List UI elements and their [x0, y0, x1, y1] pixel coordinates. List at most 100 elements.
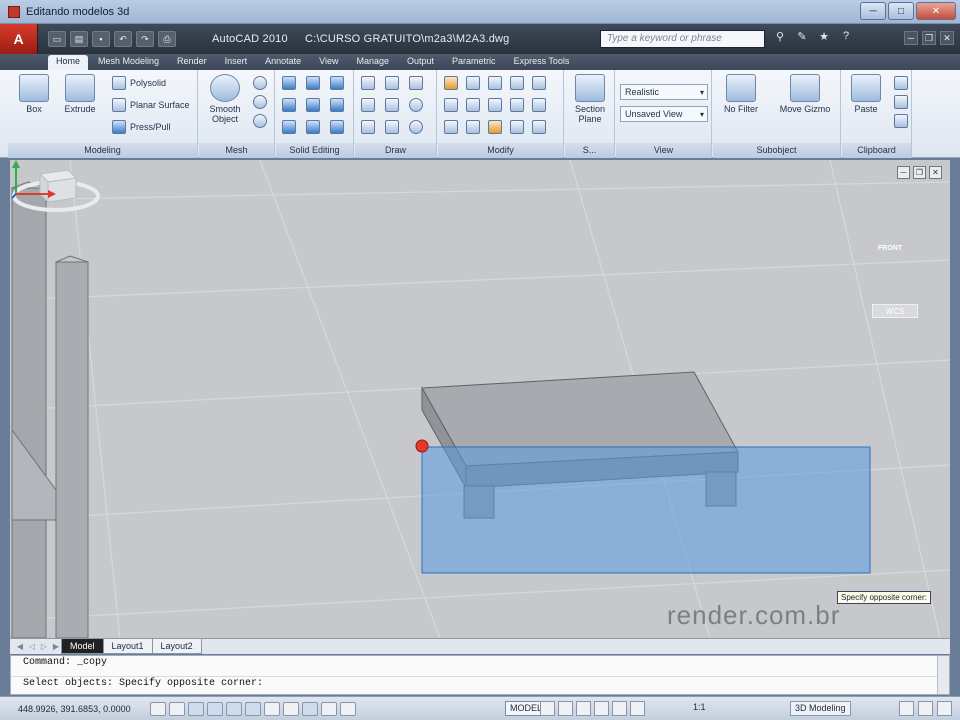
prev-layout-icon[interactable]: ◁ — [26, 642, 38, 651]
quick-view-drawings-icon[interactable] — [558, 701, 573, 716]
grid-toggle-icon[interactable] — [169, 701, 185, 716]
panel-title-clipboard[interactable]: Clipboard — [842, 143, 911, 158]
redo-icon[interactable]: ↷ — [136, 31, 154, 47]
3d-move-icon[interactable] — [488, 76, 502, 90]
viewport-restore-button[interactable]: ❐ — [913, 166, 926, 179]
wrench-icon[interactable]: ✎ — [794, 30, 810, 46]
tab-view[interactable]: View — [311, 55, 346, 70]
move-gizmo-button[interactable]: Move Gizmo — [775, 74, 835, 114]
explode-icon[interactable] — [444, 76, 458, 90]
mirror-icon[interactable] — [444, 120, 458, 134]
command-scrollbar[interactable] — [937, 656, 949, 694]
planar-surface-button[interactable]: Planar Surface — [112, 98, 190, 112]
smooth-more-icon[interactable] — [253, 76, 267, 90]
press-pull-button[interactable]: Press/Pull — [112, 120, 171, 134]
open-icon[interactable]: ▤ — [70, 31, 88, 47]
window-minimize-button[interactable]: ─ — [860, 2, 886, 20]
match-properties-icon[interactable] — [894, 114, 908, 128]
3d-rotate-icon[interactable] — [466, 76, 480, 90]
clean-screen-icon[interactable] — [937, 701, 952, 716]
tab-home[interactable]: Home — [48, 55, 89, 70]
panel-title-draw[interactable]: Draw — [355, 143, 436, 158]
lock-icon[interactable] — [899, 701, 914, 716]
doc-close-button[interactable]: ✕ — [940, 31, 954, 45]
intersect-icon[interactable] — [282, 120, 296, 134]
save-icon[interactable]: ▪ — [92, 31, 110, 47]
scale-icon[interactable] — [510, 120, 524, 134]
tab-model[interactable]: Model — [61, 639, 104, 654]
copy-clip-icon[interactable] — [894, 95, 908, 109]
trim-icon[interactable] — [510, 76, 524, 90]
panel-title-section[interactable]: S... — [565, 143, 614, 158]
copy-icon[interactable] — [466, 98, 480, 112]
subtract-icon[interactable] — [282, 98, 296, 112]
annotation-scale[interactable]: 1:1 — [693, 702, 706, 712]
rotate-icon[interactable] — [488, 98, 502, 112]
box-button[interactable]: Box — [12, 74, 56, 114]
stretch-icon[interactable] — [510, 98, 524, 112]
command-line[interactable]: Command: _copy Select objects: Specify o… — [10, 655, 950, 695]
erase-icon[interactable] — [532, 120, 546, 134]
undo-icon[interactable]: ↶ — [114, 31, 132, 47]
line-icon[interactable] — [409, 76, 423, 90]
star-icon[interactable]: ★ — [816, 30, 832, 46]
help-search-input[interactable]: Type a keyword or phrase — [600, 30, 765, 48]
xline-icon[interactable] — [385, 98, 399, 112]
smooth-object-button[interactable]: Smooth Object — [203, 74, 247, 124]
ortho-toggle-icon[interactable] — [188, 701, 204, 716]
next-layout-icon[interactable]: ▷ — [38, 642, 50, 651]
quick-properties-toggle-icon[interactable] — [340, 701, 356, 716]
extrude-button[interactable]: Extrude — [58, 74, 102, 114]
extrude-faces-icon[interactable] — [330, 76, 344, 90]
snap-toggle-icon[interactable] — [150, 701, 166, 716]
drawing-viewport[interactable]: ─ ❐ ✕ FRONT WCS render.com.br Specify op… — [10, 160, 950, 638]
smooth-less-icon[interactable] — [253, 95, 267, 109]
offset-icon[interactable] — [532, 76, 546, 90]
tab-insert[interactable]: Insert — [217, 55, 256, 70]
pan-icon[interactable] — [576, 701, 591, 716]
separate-icon[interactable] — [306, 98, 320, 112]
wcs-menu[interactable]: WCS — [872, 304, 918, 318]
edit-icon[interactable] — [488, 120, 502, 134]
new-icon[interactable]: ▭ — [48, 31, 66, 47]
refine-mesh-icon[interactable] — [253, 114, 267, 128]
spline-icon[interactable] — [361, 98, 375, 112]
viewport-minimize-button[interactable]: ─ — [897, 166, 910, 179]
doc-minimize-button[interactable]: ─ — [904, 31, 918, 45]
osnap-toggle-icon[interactable] — [226, 701, 242, 716]
panel-title-modeling[interactable]: Modeling — [8, 143, 197, 158]
plot-icon[interactable]: ⎙ — [158, 31, 176, 47]
3d-align-icon[interactable] — [466, 120, 480, 134]
otrack-toggle-icon[interactable] — [264, 701, 280, 716]
window-close-button[interactable]: ✕ — [916, 2, 956, 20]
extract-edges-icon[interactable] — [306, 76, 320, 90]
panel-title-solid-editing[interactable]: Solid Editing — [276, 143, 353, 158]
no-filter-button[interactable]: No Filter — [719, 74, 763, 114]
steering-wheel-icon[interactable] — [612, 701, 627, 716]
3d-array-icon[interactable] — [444, 98, 458, 112]
section-plane-button[interactable]: Section Plane — [568, 74, 612, 124]
rectangle-icon[interactable] — [385, 120, 399, 134]
polar-toggle-icon[interactable] — [207, 701, 223, 716]
dyn-toggle-icon[interactable] — [302, 701, 318, 716]
first-layout-icon[interactable]: ◀ — [14, 642, 26, 651]
tab-annotate[interactable]: Annotate — [257, 55, 309, 70]
3d-osnap-toggle-icon[interactable] — [245, 701, 261, 716]
tab-layout2[interactable]: Layout2 — [151, 639, 202, 654]
tab-parametric[interactable]: Parametric — [444, 55, 504, 70]
tab-manage[interactable]: Manage — [348, 55, 397, 70]
chair-model[interactable] — [11, 181, 89, 638]
visual-style-select[interactable]: Realistic — [620, 84, 708, 100]
panel-title-modify[interactable]: Modify — [438, 143, 563, 158]
polyline-icon[interactable] — [361, 76, 375, 90]
ellipse-icon[interactable] — [409, 120, 423, 134]
arc-icon[interactable] — [385, 76, 399, 90]
tab-layout1[interactable]: Layout1 — [102, 639, 153, 654]
polysolid-button[interactable]: Polysolid — [112, 76, 166, 90]
application-menu-button[interactable]: A — [0, 24, 38, 54]
doc-restore-button[interactable]: ❐ — [922, 31, 936, 45]
panel-title-subobject[interactable]: Subobject — [713, 143, 840, 158]
slice-icon[interactable] — [306, 120, 320, 134]
help-icon[interactable]: ? — [838, 30, 854, 46]
tab-output[interactable]: Output — [399, 55, 442, 70]
